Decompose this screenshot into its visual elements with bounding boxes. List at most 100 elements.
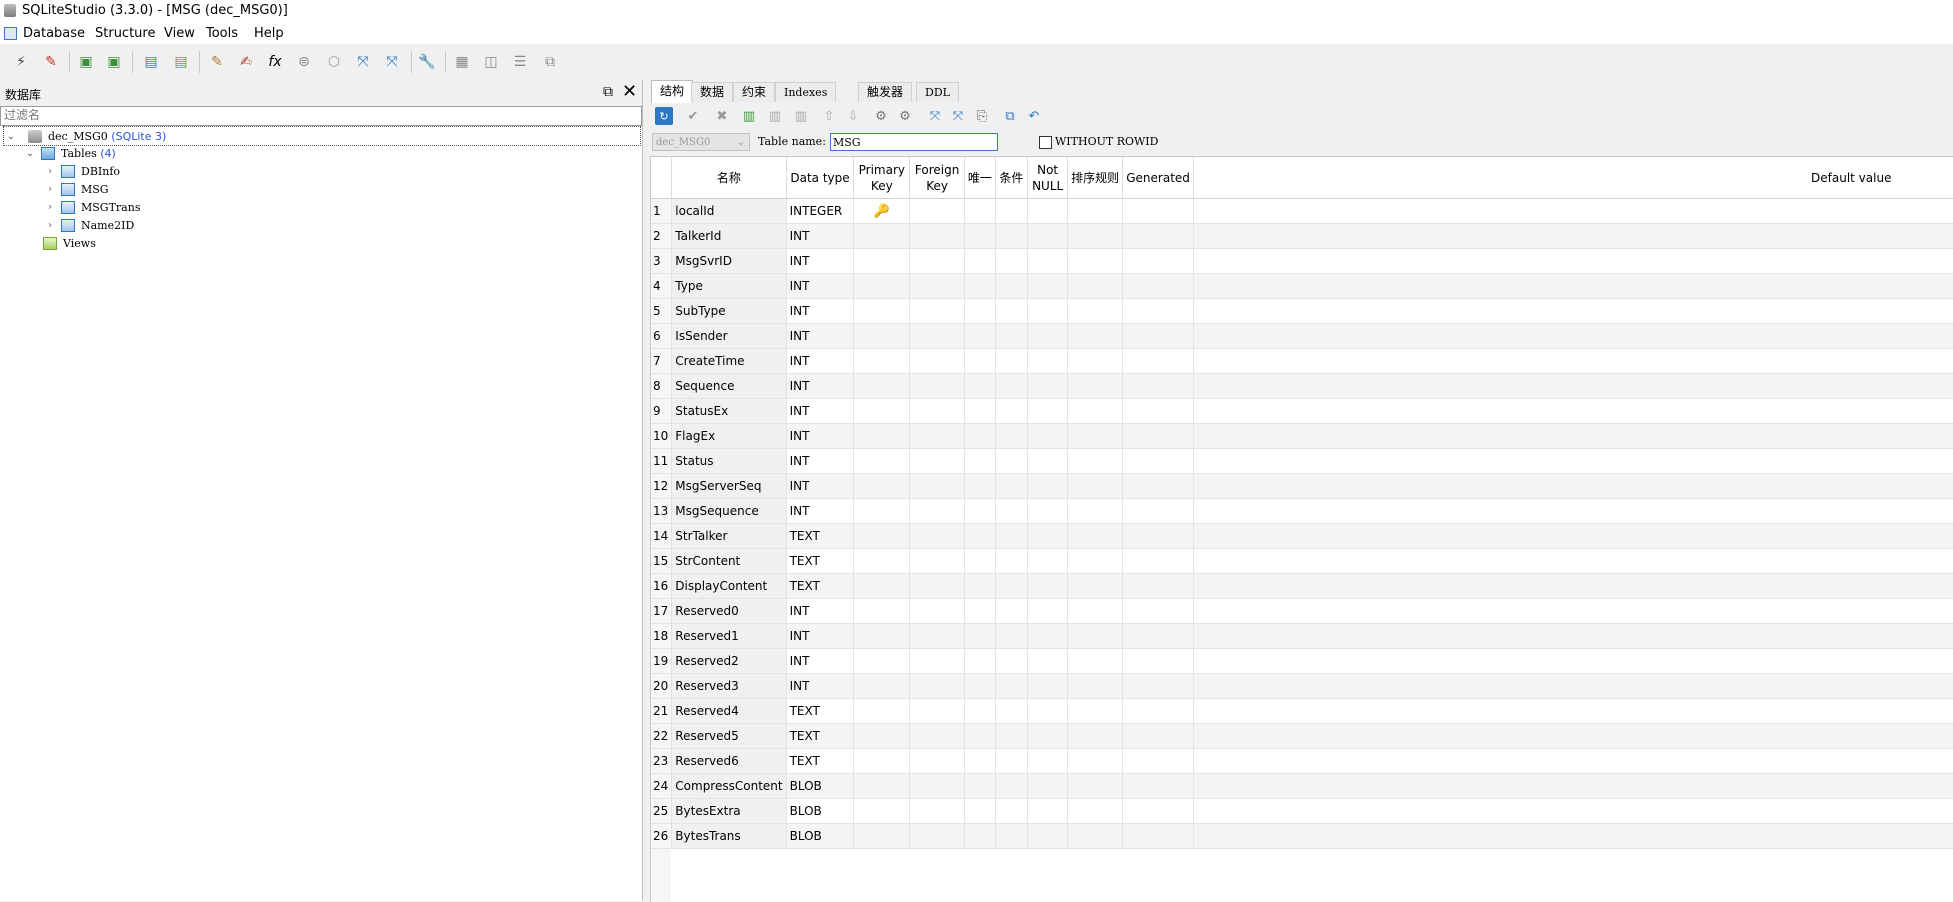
not-null-cell[interactable] xyxy=(1027,548,1069,574)
not-null-cell[interactable] xyxy=(1027,673,1069,699)
disconnect-icon[interactable]: ✎ xyxy=(41,52,61,72)
not-null-cell[interactable] xyxy=(1027,773,1069,799)
check-cell[interactable] xyxy=(995,823,1029,849)
table-row[interactable]: 6 IsSender INT xyxy=(651,323,1953,349)
generated-cell[interactable] xyxy=(1122,473,1195,499)
generated-cell[interactable] xyxy=(1122,673,1195,699)
column-name-cell[interactable]: Reserved0 xyxy=(671,598,787,624)
column-name-cell[interactable]: MsgSequence xyxy=(671,498,787,524)
collation-cell[interactable] xyxy=(1067,473,1124,499)
header-not-null[interactable]: Not NULL xyxy=(1027,157,1069,199)
generated-cell[interactable] xyxy=(1122,198,1195,224)
not-null-cell[interactable] xyxy=(1027,273,1069,299)
primary-key-cell[interactable] xyxy=(853,523,911,549)
check-cell[interactable] xyxy=(995,698,1029,724)
data-type-cell[interactable]: INT xyxy=(786,348,855,374)
table-row[interactable]: 14 StrTalker TEXT xyxy=(651,523,1953,549)
table-name-input[interactable] xyxy=(830,133,998,151)
primary-key-cell[interactable] xyxy=(853,448,911,474)
not-null-cell[interactable] xyxy=(1027,423,1069,449)
tree-item-table[interactable]: › MSGTrans xyxy=(43,198,140,216)
table-row[interactable]: 8 Sequence INT xyxy=(651,373,1953,399)
table-row[interactable]: 2 TalkerId INT xyxy=(651,223,1953,249)
check-cell[interactable] xyxy=(995,498,1029,524)
header-primary-key[interactable]: Primary Key xyxy=(853,157,911,199)
mdi-window-icon[interactable] xyxy=(4,27,17,40)
column-name-cell[interactable]: TalkerId xyxy=(671,223,787,249)
column-name-cell[interactable]: CreateTime xyxy=(671,348,787,374)
default-value-cell[interactable] xyxy=(1193,423,1953,449)
collation-cell[interactable] xyxy=(1067,323,1124,349)
data-type-cell[interactable]: INT xyxy=(786,248,855,274)
import-icon[interactable]: ⤧ xyxy=(353,52,373,72)
collation-cell[interactable] xyxy=(1067,773,1124,799)
export-icon[interactable]: ⤧ xyxy=(382,52,402,72)
generated-cell[interactable] xyxy=(1122,448,1195,474)
unique-cell[interactable] xyxy=(964,823,996,849)
tile-windows-icon[interactable]: ▦ xyxy=(452,52,472,72)
add-database-icon[interactable]: ▣ xyxy=(76,52,96,72)
refresh-icon[interactable]: ↻ xyxy=(655,107,673,125)
data-type-cell[interactable]: TEXT xyxy=(786,573,855,599)
extensions-icon[interactable]: ⬡ xyxy=(324,52,344,72)
table-row[interactable]: 4 Type INT xyxy=(651,273,1953,299)
default-value-cell[interactable] xyxy=(1193,273,1953,299)
check-cell[interactable] xyxy=(995,448,1029,474)
without-rowid-checkbox[interactable] xyxy=(1039,136,1052,149)
column-name-cell[interactable]: SubType xyxy=(671,298,787,324)
default-value-cell[interactable] xyxy=(1193,548,1953,574)
primary-key-cell[interactable]: 🔑 xyxy=(853,198,911,224)
check-cell[interactable] xyxy=(995,673,1029,699)
collation-cell[interactable] xyxy=(1067,823,1124,849)
column-name-cell[interactable]: BytesExtra xyxy=(671,798,787,824)
foreign-key-cell[interactable] xyxy=(909,323,966,349)
import-data-icon[interactable]: ⤧ xyxy=(926,107,944,125)
check-cell[interactable] xyxy=(995,248,1029,274)
primary-key-cell[interactable] xyxy=(853,498,911,524)
not-null-cell[interactable] xyxy=(1027,598,1069,624)
data-type-cell[interactable]: BLOB xyxy=(786,798,855,824)
column-name-cell[interactable]: CompressContent xyxy=(671,773,787,799)
primary-key-cell[interactable] xyxy=(853,723,911,749)
generated-cell[interactable] xyxy=(1122,548,1195,574)
column-name-cell[interactable]: MsgSvrID xyxy=(671,248,787,274)
delete-column-icon[interactable]: ▥ xyxy=(792,107,810,125)
create-similar-icon[interactable]: ⧉ xyxy=(1001,107,1019,125)
default-value-cell[interactable] xyxy=(1193,573,1953,599)
table-row[interactable]: 19 Reserved2 INT xyxy=(651,648,1953,674)
check-cell[interactable] xyxy=(995,223,1029,249)
foreign-key-cell[interactable] xyxy=(909,798,966,824)
collation-cell[interactable] xyxy=(1067,498,1124,524)
generated-cell[interactable] xyxy=(1122,623,1195,649)
column-name-cell[interactable]: DisplayContent xyxy=(671,573,787,599)
header-check[interactable]: 条件 xyxy=(995,157,1029,199)
foreign-key-cell[interactable] xyxy=(909,623,966,649)
unique-cell[interactable] xyxy=(964,298,996,324)
tile-horizontal-icon[interactable]: ◫ xyxy=(481,52,501,72)
default-value-cell[interactable] xyxy=(1193,498,1953,524)
collation-cell[interactable] xyxy=(1067,523,1124,549)
unique-cell[interactable] xyxy=(964,373,996,399)
primary-key-cell[interactable] xyxy=(853,298,911,324)
column-name-cell[interactable]: MsgServerSeq xyxy=(671,473,787,499)
generated-cell[interactable] xyxy=(1122,348,1195,374)
default-value-cell[interactable] xyxy=(1193,473,1953,499)
default-value-cell[interactable] xyxy=(1193,748,1953,774)
check-cell[interactable] xyxy=(995,273,1029,299)
edit-table-icon[interactable]: ▤ xyxy=(171,52,191,72)
column-name-cell[interactable]: BytesTrans xyxy=(671,823,787,849)
chevron-right-icon[interactable]: › xyxy=(43,220,57,231)
not-null-cell[interactable] xyxy=(1027,623,1069,649)
tree-item-table[interactable]: › Name2ID xyxy=(43,216,134,234)
table-row[interactable]: 24 CompressContent BLOB xyxy=(651,773,1953,799)
data-type-cell[interactable]: INT xyxy=(786,398,855,424)
not-null-cell[interactable] xyxy=(1027,498,1069,524)
unique-cell[interactable] xyxy=(964,623,996,649)
not-null-cell[interactable] xyxy=(1027,398,1069,424)
unique-cell[interactable] xyxy=(964,498,996,524)
foreign-key-cell[interactable] xyxy=(909,348,966,374)
default-value-cell[interactable] xyxy=(1193,698,1953,724)
generated-cell[interactable] xyxy=(1122,598,1195,624)
primary-key-cell[interactable] xyxy=(853,548,911,574)
collation-cell[interactable] xyxy=(1067,698,1124,724)
